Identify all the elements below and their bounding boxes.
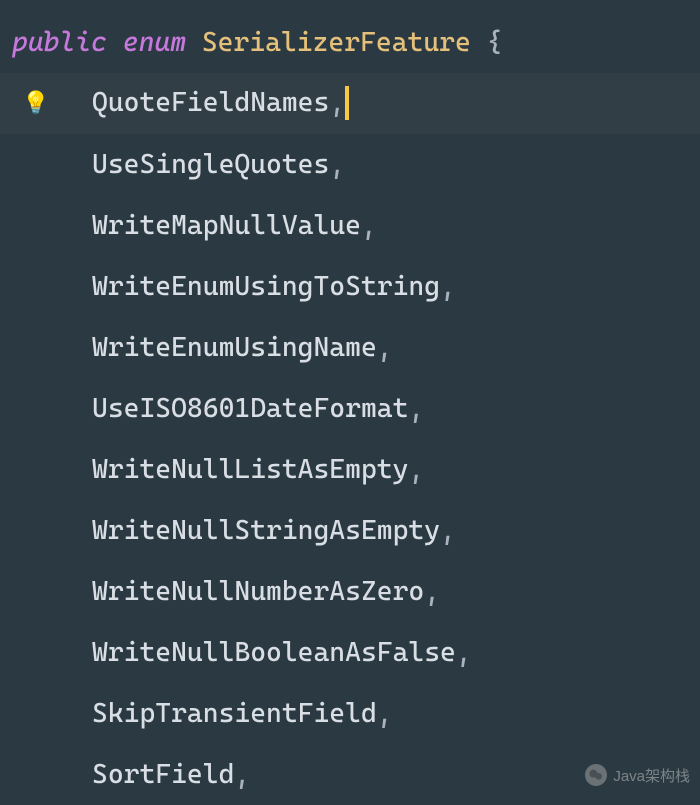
code-line-enum-value[interactable]: WriteNullStringAsEmpty, [0, 500, 700, 561]
gutter: 💡 [0, 91, 72, 116]
wechat-icon [585, 764, 607, 786]
enum-value: UseSingleQuotes [92, 149, 329, 180]
watermark: Java架构栈 [585, 764, 690, 786]
code-line-enum-value[interactable]: WriteEnumUsingToString, [0, 256, 700, 317]
enum-value: SkipTransientField [92, 698, 377, 729]
line-content: QuoteFieldNames, [72, 86, 349, 122]
line-content: SortField, [72, 759, 250, 790]
code-line-enum-value[interactable]: WriteNullListAsEmpty, [0, 439, 700, 500]
class-name: SerializerFeature [202, 27, 471, 58]
code-line-declaration[interactable]: public enum SerializerFeature { [0, 12, 700, 73]
comma: , [456, 637, 472, 668]
comma: , [408, 454, 424, 485]
line-content: WriteNullNumberAsZero, [72, 576, 440, 607]
comma: , [329, 149, 345, 180]
line-content: WriteMapNullValue, [72, 210, 377, 241]
line-content: WriteNullStringAsEmpty, [72, 515, 456, 546]
keyword-public: public [12, 27, 107, 58]
code-line-enum-value[interactable]: WriteMapNullValue, [0, 195, 700, 256]
line-content: public enum SerializerFeature { [0, 27, 502, 58]
enum-value: WriteEnumUsingToString [92, 271, 440, 302]
keyword-enum: enum [123, 27, 186, 58]
code-line-enum-value[interactable]: SkipTransientField, [0, 683, 700, 744]
line-content: WriteEnumUsingName, [72, 332, 393, 363]
code-line-enum-value[interactable]: WriteNullBooleanAsFalse, [0, 622, 700, 683]
watermark-text: Java架构栈 [613, 765, 690, 786]
comma: , [377, 332, 393, 363]
line-content: UseISO8601DateFormat, [72, 393, 424, 424]
comma: , [361, 210, 377, 241]
enum-value: WriteNullStringAsEmpty [92, 515, 440, 546]
comma: , [377, 698, 393, 729]
line-content: WriteEnumUsingToString, [72, 271, 456, 302]
comma: , [408, 393, 424, 424]
enum-value: WriteNullBooleanAsFalse [92, 637, 456, 668]
line-content: WriteNullListAsEmpty, [72, 454, 424, 485]
enum-value: SortField [92, 759, 234, 790]
enum-value: WriteEnumUsingName [92, 332, 377, 363]
comma: , [440, 515, 456, 546]
code-editor[interactable]: public enum SerializerFeature { 💡 QuoteFi… [0, 0, 700, 805]
open-brace: { [487, 27, 503, 58]
enum-value: UseISO8601DateFormat [92, 393, 408, 424]
enum-value: WriteNullListAsEmpty [92, 454, 408, 485]
code-line-enum-value[interactable]: UseSingleQuotes, [0, 134, 700, 195]
line-content: UseSingleQuotes, [72, 149, 345, 180]
comma: , [424, 576, 440, 607]
code-line-enum-value[interactable]: UseISO8601DateFormat, [0, 378, 700, 439]
enum-value: WriteNullNumberAsZero [92, 576, 424, 607]
line-content: SkipTransientField, [72, 698, 393, 729]
code-line-enum-value[interactable]: WriteEnumUsingName, [0, 317, 700, 378]
code-line-enum-value[interactable]: 💡 QuoteFieldNames, [0, 73, 700, 134]
enum-value: WriteMapNullValue [92, 210, 361, 241]
line-content: WriteNullBooleanAsFalse, [72, 637, 472, 668]
code-line-enum-value[interactable]: WriteNullNumberAsZero, [0, 561, 700, 622]
lightbulb-icon[interactable]: 💡 [22, 91, 49, 116]
comma: , [329, 86, 345, 117]
enum-value: QuoteFieldNames [92, 86, 329, 117]
comma: , [440, 271, 456, 302]
comma: , [234, 759, 250, 790]
text-cursor [345, 86, 349, 120]
